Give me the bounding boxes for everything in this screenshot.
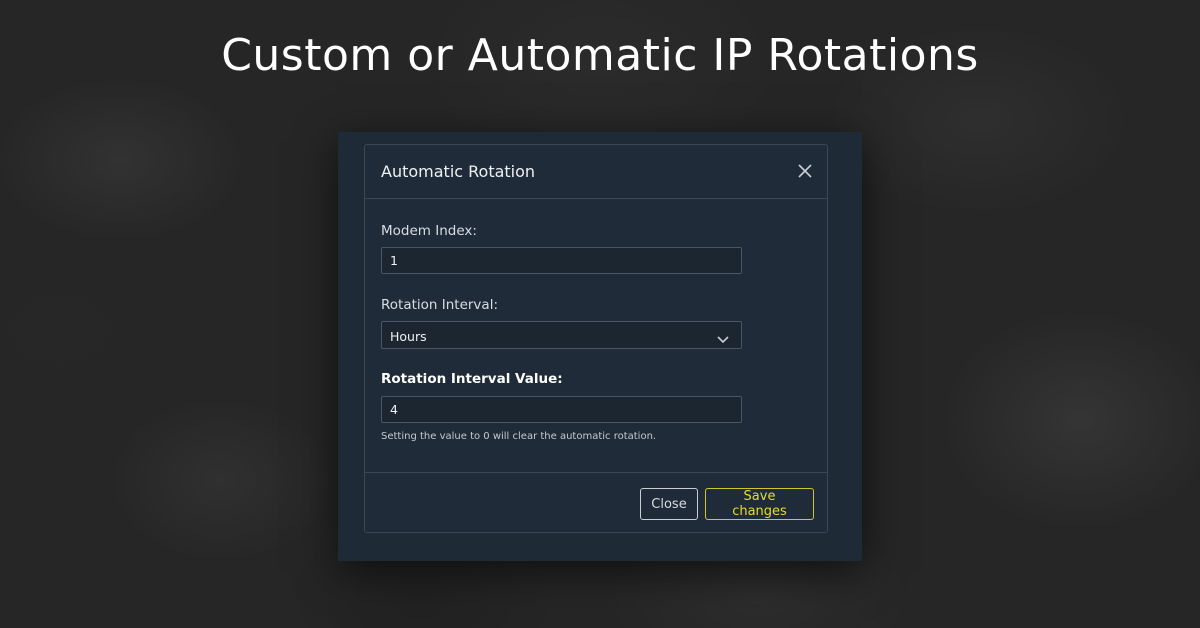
rotation-interval-value-input[interactable] (381, 396, 742, 423)
close-icon[interactable] (795, 161, 815, 181)
modem-index-label: Modem Index: (381, 223, 477, 239)
modal-title: Automatic Rotation (381, 162, 536, 181)
modem-index-input[interactable] (381, 247, 742, 274)
rotation-interval-label: Rotation Interval: (381, 297, 498, 313)
modal-header: Automatic Rotation (365, 145, 827, 199)
page-headline: Custom or Automatic IP Rotations (221, 30, 979, 81)
automatic-rotation-dialog: Automatic Rotation Modem Index: Rotation… (364, 144, 828, 533)
rotation-interval-value-label: Rotation Interval Value: (381, 371, 563, 387)
help-text: Setting the value to 0 will clear the au… (381, 431, 657, 442)
modal-footer: Close Save changes (365, 472, 827, 533)
rotation-interval-select[interactable]: Hours (381, 321, 742, 349)
close-button[interactable]: Close (640, 488, 698, 520)
save-changes-button[interactable]: Save changes (705, 488, 814, 520)
rotation-interval-selected-value: Hours (390, 329, 427, 344)
chevron-down-icon (717, 330, 729, 344)
